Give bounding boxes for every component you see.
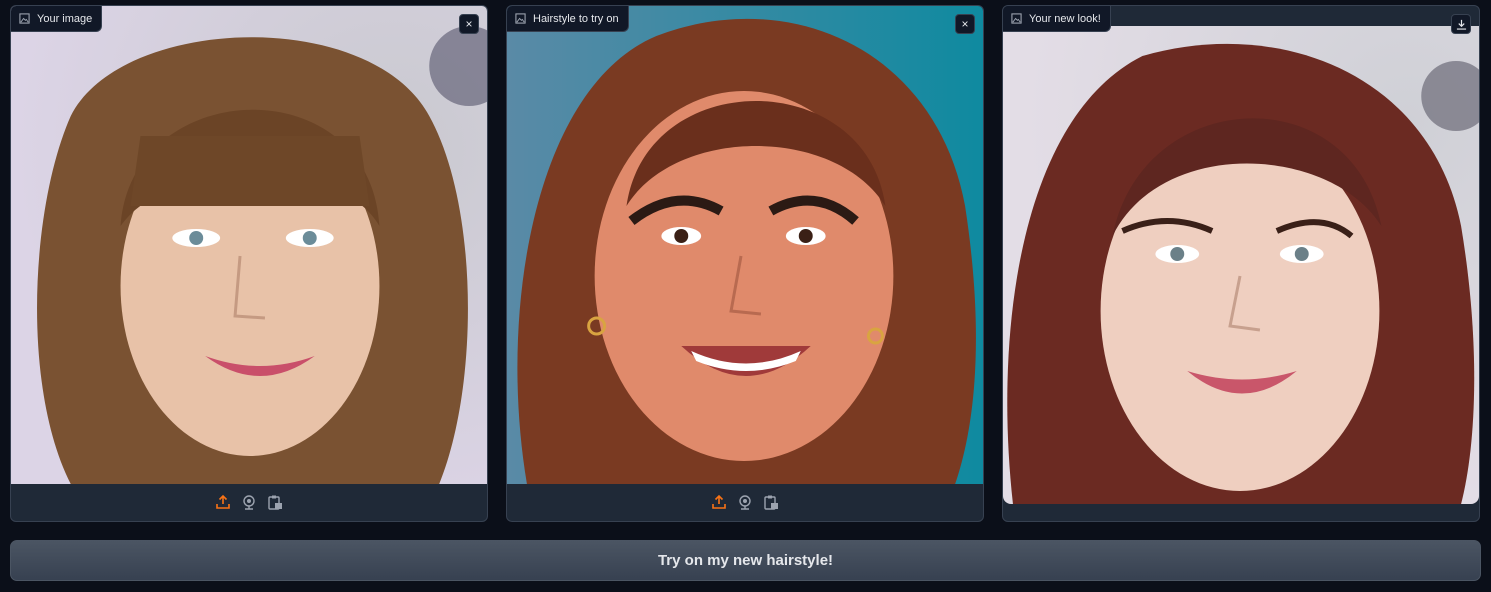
upload-icon[interactable] — [215, 494, 231, 510]
input-source-toolbar — [11, 483, 487, 521]
hairstyle-source-toolbar — [507, 483, 983, 521]
panel-label-text: Hairstyle to try on — [533, 12, 619, 25]
webcam-icon[interactable] — [737, 494, 753, 510]
image-icon — [19, 13, 30, 24]
clipboard-icon[interactable] — [763, 494, 779, 510]
submit-button[interactable]: Try on my new hairstyle! — [10, 540, 1481, 581]
input-portrait-image[interactable] — [11, 6, 487, 484]
output-image-panel: Your new look! — [1002, 5, 1480, 522]
clipboard-icon[interactable] — [267, 494, 283, 510]
image-icon — [1011, 13, 1022, 24]
clear-button[interactable]: × — [955, 14, 975, 34]
close-icon: × — [961, 17, 969, 31]
download-icon — [1456, 19, 1467, 30]
input-image-panel: Your image × — [10, 5, 488, 522]
hairstyle-image-panel: Hairstyle to try on × — [506, 5, 984, 522]
panel-label: Your new look! — [1003, 6, 1111, 32]
hairstyle-portrait-image[interactable] — [507, 6, 983, 484]
output-portrait-image — [1003, 26, 1479, 504]
close-icon: × — [465, 17, 473, 31]
panel-label-text: Your new look! — [1029, 12, 1101, 25]
download-button[interactable] — [1451, 14, 1471, 34]
panel-label: Your image — [11, 6, 103, 32]
panel-label: Hairstyle to try on — [507, 6, 629, 32]
clear-button[interactable]: × — [459, 14, 479, 34]
upload-icon[interactable] — [711, 494, 727, 510]
webcam-icon[interactable] — [241, 494, 257, 510]
panel-label-text: Your image — [37, 12, 93, 25]
image-icon — [515, 13, 526, 24]
